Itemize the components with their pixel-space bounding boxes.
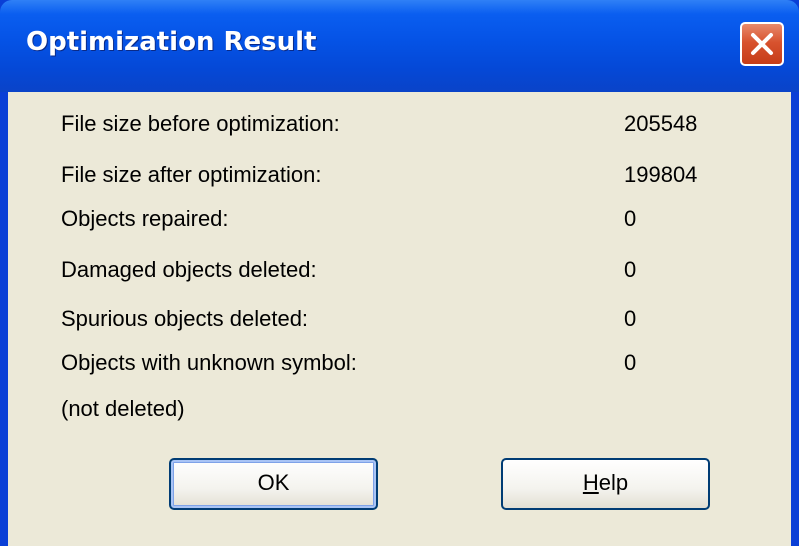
result-row-objects-repaired: Objects repaired: 0: [8, 206, 791, 242]
help-button-label: elp: [598, 470, 629, 495]
result-value: 0: [624, 350, 637, 375]
ok-button-label: OK: [257, 470, 290, 495]
result-row-unknown-symbol: Objects with unknown symbol: 0: [8, 350, 791, 386]
help-button-mnemonic: H: [582, 470, 599, 495]
title-bar[interactable]: Optimization Result: [0, 0, 799, 92]
result-row-size-after: File size after optimization: 199804: [8, 162, 791, 198]
result-row-damaged-deleted: Damaged objects deleted: 0: [8, 257, 791, 293]
result-label: File size before optimization:: [61, 111, 340, 136]
help-button[interactable]: Help: [501, 458, 710, 510]
result-value: 0: [624, 206, 637, 231]
result-row-size-before: File size before optimization: 205548: [8, 111, 791, 147]
result-label: Objects repaired:: [61, 206, 229, 231]
close-icon: [751, 33, 773, 55]
ok-button[interactable]: OK: [169, 458, 378, 510]
result-value: 0: [624, 257, 637, 282]
result-label: Damaged objects deleted:: [61, 257, 317, 282]
window-title: Optimization Result: [26, 27, 317, 57]
result-label: Objects with unknown symbol:: [61, 350, 357, 375]
result-label: Spurious objects deleted:: [61, 306, 309, 331]
result-label: File size after optimization:: [61, 162, 322, 187]
close-button[interactable]: [740, 22, 784, 66]
result-note: (not deleted): [61, 396, 185, 421]
result-row-spurious-deleted: Spurious objects deleted: 0: [8, 306, 791, 342]
dialog-body: File size before optimization: 205548 Fi…: [8, 92, 791, 546]
result-value: 199804: [624, 162, 698, 187]
result-value: 205548: [624, 111, 698, 136]
result-value: 0: [624, 306, 637, 331]
dialog-window: Optimization Result File size before opt…: [0, 0, 799, 546]
